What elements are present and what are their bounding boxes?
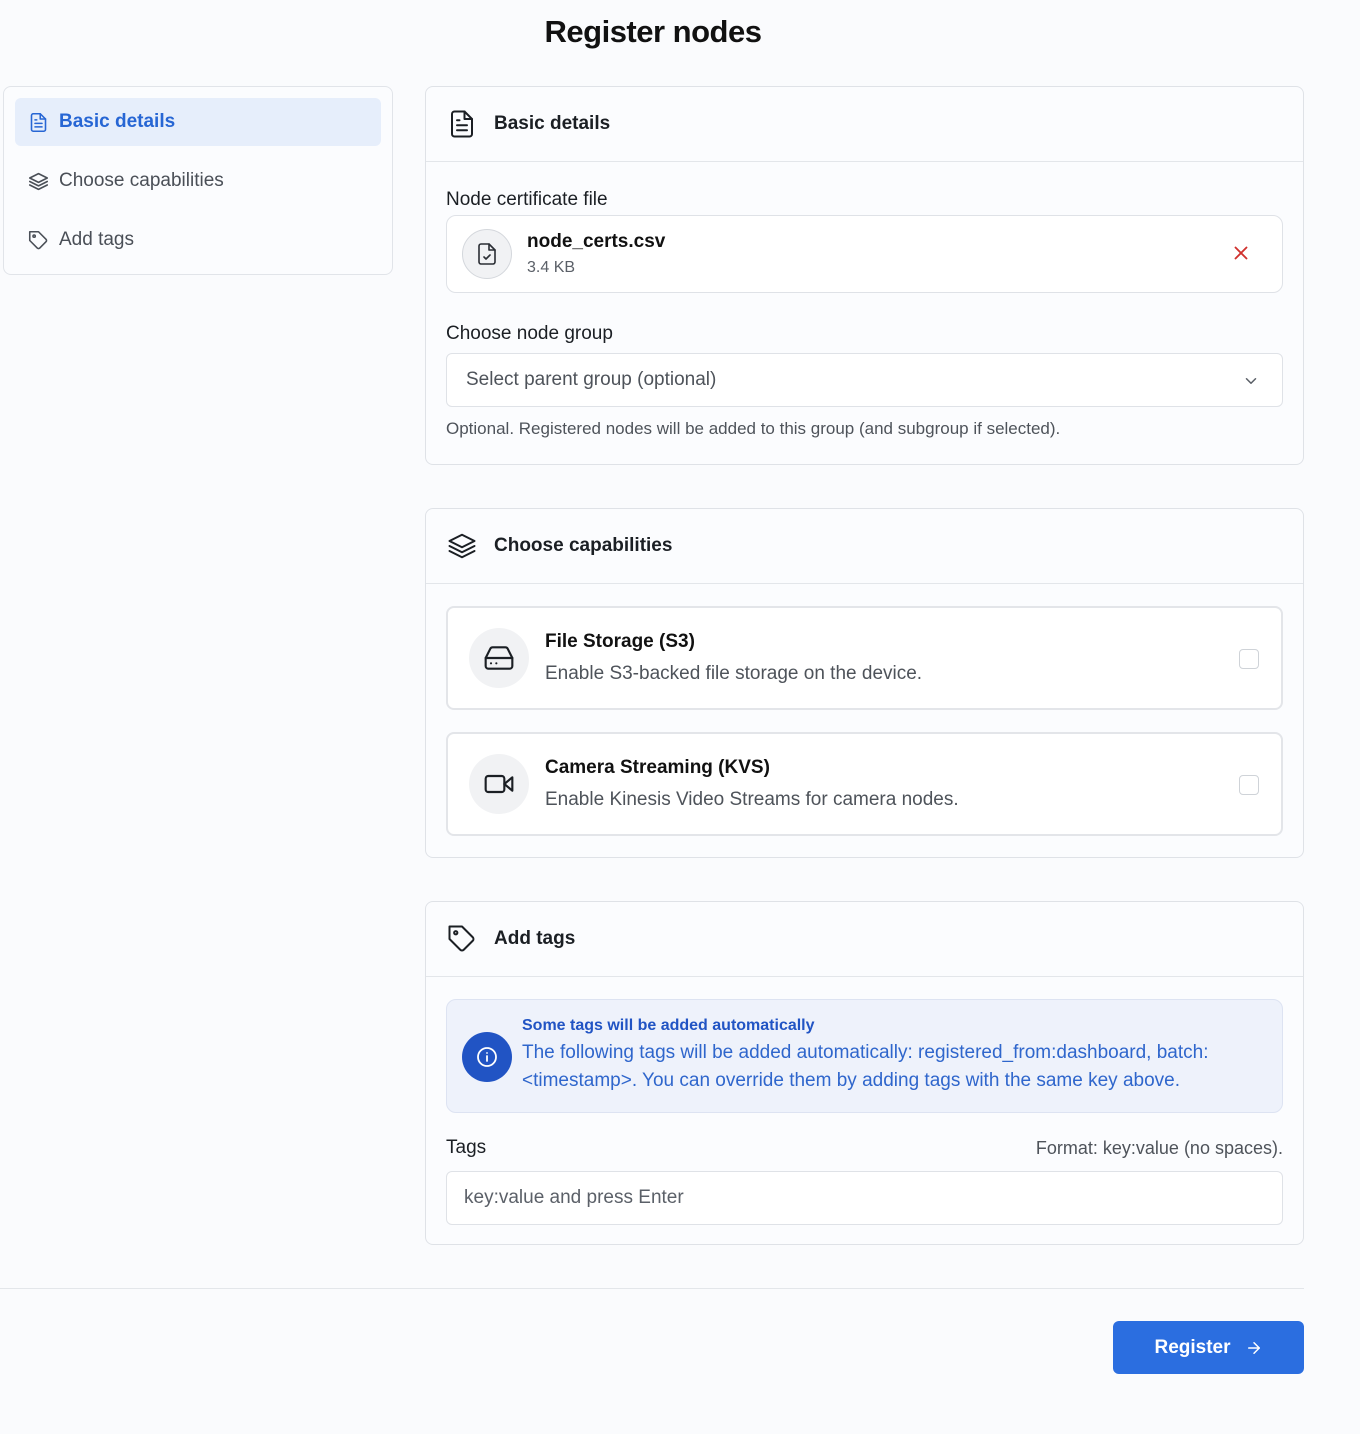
auto-tags-info-alert: Some tags will be added automatically Th…	[446, 999, 1283, 1113]
capability-card-file-storage[interactable]: File Storage (S3) Enable S3-backed file …	[446, 606, 1283, 710]
basic-details-panel: Basic details Node certificate file node…	[425, 86, 1304, 465]
sidebar-nav: Basic details Choose capabilities Add ta…	[3, 86, 393, 275]
node-group-select[interactable]: Select parent group (optional)	[446, 353, 1283, 407]
sidebar-item-label: Choose capabilities	[59, 170, 224, 191]
tags-format-hint: Format: key:value (no spaces).	[1035, 1137, 1283, 1158]
hard-drive-icon	[469, 628, 529, 688]
file-storage-checkbox[interactable]	[1239, 649, 1259, 669]
section-title: Choose capabilities	[494, 535, 673, 556]
sidebar-item-label: Add tags	[59, 229, 134, 250]
footer-divider	[0, 1288, 1304, 1289]
sidebar-item-add-tags[interactable]: Add tags	[15, 216, 381, 264]
file-name: node_certs.csv	[527, 231, 666, 252]
uploaded-file-card: node_certs.csv 3.4 KB	[446, 215, 1283, 293]
tags-panel: Add tags Some tags will be added automat…	[425, 901, 1304, 1245]
tag-icon	[27, 229, 49, 251]
capabilities-panel: Choose capabilities File Storage (S3) En…	[425, 508, 1304, 858]
sidebar-item-basic-details[interactable]: Basic details	[15, 98, 381, 146]
info-title: Some tags will be added automatically	[522, 1017, 815, 1034]
page-title: Register nodes	[544, 14, 762, 49]
capability-description: Enable Kinesis Video Streams for camera …	[545, 789, 959, 810]
basic-details-header: Basic details	[426, 87, 1303, 162]
tag-icon	[446, 923, 478, 955]
register-button-label: Register	[1154, 1336, 1231, 1358]
sidebar-item-choose-capabilities[interactable]: Choose capabilities	[15, 157, 381, 205]
file-size: 3.4 KB	[527, 259, 576, 276]
cert-file-label: Node certificate file	[446, 189, 608, 210]
capability-description: Enable S3-backed file storage on the dev…	[545, 663, 923, 684]
layers-icon	[446, 530, 478, 562]
remove-file-button[interactable]	[1230, 242, 1252, 264]
select-placeholder: Select parent group (optional)	[466, 369, 717, 390]
node-group-label: Choose node group	[446, 323, 613, 344]
info-text: The following tags will be added automat…	[522, 1042, 1209, 1091]
register-button[interactable]: Register	[1113, 1321, 1304, 1374]
capability-title: Camera Streaming (KVS)	[545, 757, 770, 778]
video-icon	[469, 754, 529, 814]
layers-icon	[27, 170, 49, 192]
file-text-icon	[446, 108, 478, 140]
tags-header: Add tags	[426, 902, 1303, 977]
sidebar-item-label: Basic details	[59, 111, 176, 132]
capability-title: File Storage (S3)	[545, 631, 695, 652]
info-icon	[462, 1032, 512, 1082]
section-title: Basic details	[494, 113, 611, 134]
camera-streaming-checkbox[interactable]	[1239, 775, 1259, 795]
file-text-icon	[27, 111, 49, 133]
capabilities-header: Choose capabilities	[426, 509, 1303, 584]
chevron-down-icon	[1245, 378, 1257, 384]
arrow-right-icon	[1247, 1341, 1260, 1354]
file-check-icon	[462, 229, 512, 279]
section-title: Add tags	[494, 928, 576, 949]
tags-input[interactable]	[446, 1171, 1283, 1225]
capability-card-camera-streaming[interactable]: Camera Streaming (KVS) Enable Kinesis Vi…	[446, 732, 1283, 836]
tags-label: Tags	[446, 1137, 487, 1158]
node-group-hint: Optional. Registered nodes will be added…	[446, 419, 1061, 438]
close-icon	[1234, 246, 1248, 260]
